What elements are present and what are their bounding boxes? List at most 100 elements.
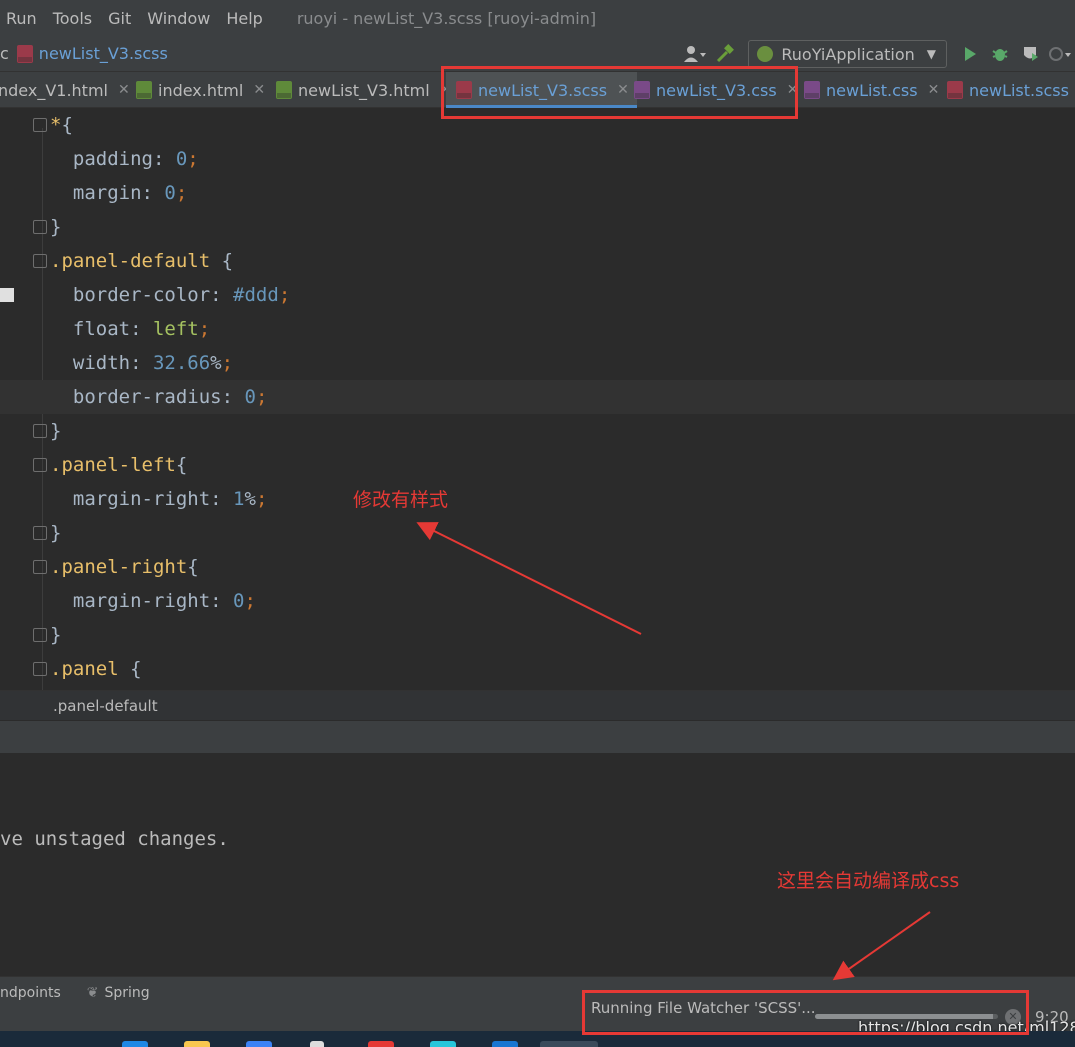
menu-tools[interactable]: Tools (47, 9, 102, 28)
tool-window-spring[interactable]: ❦ Spring (87, 985, 150, 1001)
semicolon: ; (255, 386, 268, 408)
close-icon[interactable]: ✕ (928, 82, 940, 98)
code-line[interactable]: float: left; (0, 312, 1075, 346)
run-configuration-dropdown[interactable]: RuoYiApplication ▼ (748, 40, 947, 68)
tab-label: ndex_V1.html (0, 80, 108, 100)
highlight-box-tabs (441, 66, 798, 119)
chevron-down-icon: ▼ (926, 47, 936, 61)
css-value: 32.66 (152, 352, 211, 374)
css-file-icon (804, 81, 820, 99)
semicolon: ; (278, 284, 291, 306)
code-content: border-color: #ddd; (50, 278, 290, 312)
colon: : (130, 352, 153, 374)
code-content: .panel { (50, 652, 142, 686)
fold-marker-icon[interactable] (33, 458, 47, 472)
colon: : (141, 182, 165, 204)
css-selector: * (50, 114, 62, 136)
menu-bar: Run Tools Git Window Help ruoyi - newLis… (0, 0, 1075, 36)
nav-crumb-prefix[interactable]: c (0, 44, 9, 63)
close-icon[interactable]: ✕ (118, 82, 130, 98)
menu-window[interactable]: Window (141, 9, 220, 28)
app-icon[interactable] (368, 1041, 394, 1047)
active-app-icon[interactable] (540, 1041, 598, 1047)
build-hammer-icon[interactable] (710, 40, 740, 68)
code-line[interactable]: margin-right: 0; (0, 584, 1075, 618)
brace: { (187, 556, 199, 578)
tab-label: newList_V3.html (298, 80, 430, 100)
console-panel[interactable]: ve unstaged changes. (0, 754, 1075, 976)
css-value: 0 (175, 148, 188, 170)
css-property: margin-right (50, 488, 211, 510)
nav-crumb-file[interactable]: newList_V3.scss (39, 44, 168, 63)
profiler-icon[interactable] (1045, 40, 1075, 68)
css-selector: .panel-left (50, 454, 176, 476)
code-line[interactable]: margin-right: 1%; (0, 482, 1075, 516)
fold-marker-icon[interactable] (33, 526, 47, 540)
code-editor[interactable]: *{ padding: 0; margin: 0;} .panel-default… (0, 108, 1075, 690)
breadcrumb-selector[interactable]: .panel-default (53, 697, 158, 715)
code-content: .panel-default { (50, 244, 233, 278)
tool-window-endpoints[interactable]: ndpoints (0, 985, 61, 1001)
css-value: 0 (244, 386, 256, 408)
run-icon[interactable] (955, 40, 985, 68)
code-line[interactable]: } (0, 516, 1075, 550)
css-property: margin-right (50, 590, 211, 612)
code-line[interactable]: } (0, 414, 1075, 448)
colon: : (130, 318, 153, 340)
folder-icon[interactable] (184, 1041, 210, 1047)
code-content: } (50, 210, 61, 244)
menu-run[interactable]: Run (0, 9, 47, 28)
windows-app-icon[interactable] (122, 1041, 148, 1047)
tab-newlist-v3-html[interactable]: newList_V3.html ✕ (276, 72, 451, 108)
code-content: padding: 0; (50, 142, 199, 176)
code-line[interactable]: .panel { (0, 652, 1075, 686)
spring-leaf-icon: ❦ (86, 985, 99, 1001)
code-line[interactable]: } (0, 618, 1075, 652)
css-property: margin (50, 182, 142, 204)
semicolon: ; (198, 318, 211, 340)
debug-icon[interactable] (985, 40, 1015, 68)
code-line[interactable]: border-color: #ddd; (0, 278, 1075, 312)
tab-newlist-css[interactable]: newList.css ✕ (804, 72, 939, 108)
fold-marker-icon[interactable] (33, 118, 47, 132)
code-line[interactable]: border-radius: 0; (0, 380, 1075, 414)
css-property: width (50, 352, 131, 374)
close-icon[interactable]: ✕ (253, 82, 265, 98)
app-icon[interactable] (246, 1041, 272, 1047)
tab-label: newList.css (826, 80, 918, 100)
code-line[interactable]: } (0, 210, 1075, 244)
html-file-icon (136, 81, 152, 99)
code-content: .panel-right{ (50, 550, 199, 584)
code-content: width: 32.66%; (50, 346, 233, 380)
fold-marker-icon[interactable] (33, 662, 47, 676)
coverage-icon[interactable] (1015, 40, 1045, 68)
user-icon[interactable] (680, 40, 710, 68)
code-line[interactable]: margin: 0; (0, 176, 1075, 210)
spring-label: Spring (104, 985, 150, 1001)
code-line[interactable]: .panel-left{ (0, 448, 1075, 482)
semicolon: ; (187, 148, 199, 170)
fold-marker-icon[interactable] (33, 560, 47, 574)
code-line[interactable]: .panel-default { (0, 244, 1075, 278)
app-icon[interactable] (310, 1041, 324, 1047)
app-icon[interactable] (492, 1041, 518, 1047)
code-content: } (50, 516, 61, 550)
menu-git[interactable]: Git (102, 9, 141, 28)
code-content: *{ (50, 108, 73, 142)
highlight-box-status (582, 990, 1029, 1035)
tab-index[interactable]: index.html ✕ (136, 72, 265, 108)
menu-help[interactable]: Help (220, 9, 272, 28)
fold-marker-icon[interactable] (33, 424, 47, 438)
css-value: 0 (164, 182, 176, 204)
fold-marker-icon[interactable] (33, 628, 47, 642)
brace: } (50, 420, 62, 442)
tab-newlist-scss[interactable]: newList.scss (947, 72, 1069, 108)
tab-index-v1[interactable]: ndex_V1.html ✕ (0, 72, 130, 108)
fold-marker-icon[interactable] (33, 220, 47, 234)
code-line[interactable]: width: 32.66%; (0, 346, 1075, 380)
code-line[interactable]: padding: 0; (0, 142, 1075, 176)
browser-icon[interactable] (430, 1041, 456, 1047)
semicolon: ; (221, 352, 234, 374)
fold-marker-icon[interactable] (33, 254, 47, 268)
code-line[interactable]: .panel-right{ (0, 550, 1075, 584)
